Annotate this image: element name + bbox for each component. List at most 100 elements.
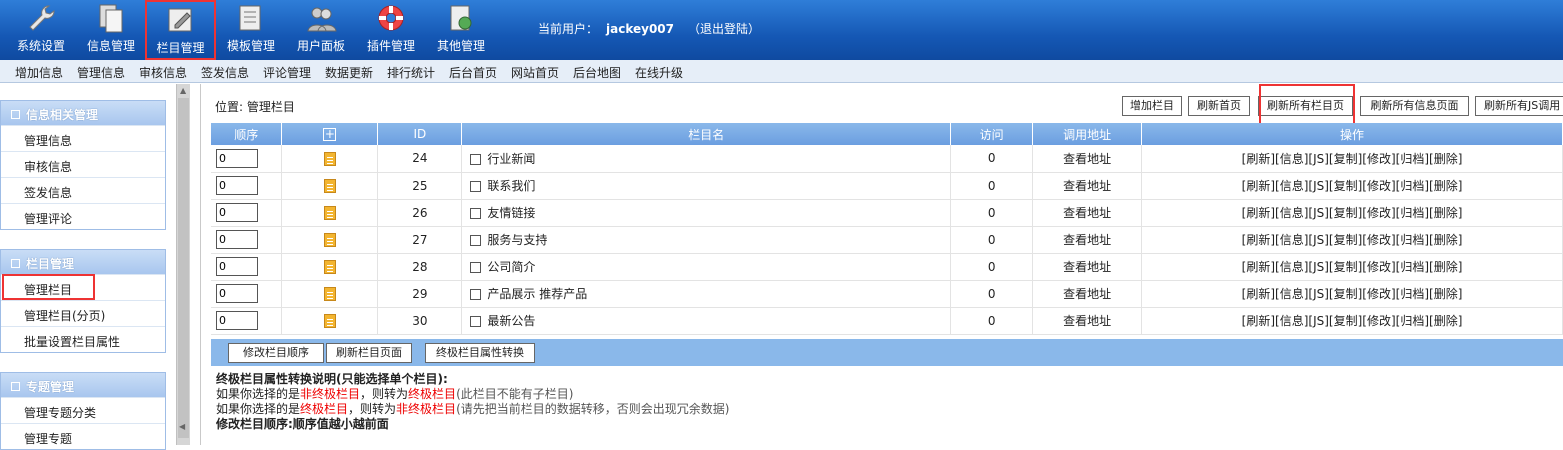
row-action-link[interactable]: [JS] xyxy=(1308,206,1329,220)
row-action-link[interactable]: [信息] xyxy=(1275,233,1308,247)
row-checkbox[interactable] xyxy=(470,208,482,219)
document-icon[interactable] xyxy=(323,151,336,166)
sidebar-item-review-info[interactable]: 审核信息 xyxy=(1,151,165,177)
nav-plugin-management[interactable]: 插件管理 xyxy=(360,0,422,60)
row-checkbox[interactable] xyxy=(470,316,482,327)
row-action-link[interactable]: [刷新] xyxy=(1242,314,1275,328)
arrow-up-icon[interactable]: ▲ xyxy=(180,86,186,95)
column-name-link[interactable]: 行业新闻 xyxy=(487,152,535,166)
order-input[interactable] xyxy=(216,230,258,249)
row-action-link[interactable]: [修改] xyxy=(1362,152,1395,166)
scrollbar-thumb[interactable] xyxy=(178,98,189,438)
row-action-link[interactable]: [复制] xyxy=(1329,179,1362,193)
row-action-link[interactable]: [刷新] xyxy=(1242,152,1275,166)
sidebar-item-manage-topics[interactable]: 管理专题 xyxy=(1,423,165,449)
order-input[interactable] xyxy=(216,176,258,195)
row-action-link[interactable]: [删除] xyxy=(1429,233,1462,247)
order-input[interactable] xyxy=(216,311,258,330)
order-input[interactable] xyxy=(216,148,258,168)
sub-nav-sign-info[interactable]: 签发信息 xyxy=(201,64,249,81)
row-action-link[interactable]: [信息] xyxy=(1275,314,1308,328)
refresh-column-pages-button[interactable]: 刷新栏目页面 xyxy=(326,343,412,363)
row-action-link[interactable]: [JS] xyxy=(1308,179,1329,193)
modify-order-button[interactable]: 修改栏目顺序 xyxy=(228,343,324,363)
nav-info-management[interactable]: 信息管理 xyxy=(80,0,142,60)
row-action-link[interactable]: [刷新] xyxy=(1242,287,1275,301)
order-input[interactable] xyxy=(216,257,258,276)
sub-nav-comments[interactable]: 评论管理 xyxy=(263,64,311,81)
row-action-link[interactable]: [信息] xyxy=(1275,179,1308,193)
sub-nav-review-info[interactable]: 审核信息 xyxy=(139,64,187,81)
address-link[interactable]: 查看地址 xyxy=(1032,145,1143,173)
row-action-link[interactable]: [归档] xyxy=(1396,314,1429,328)
row-action-link[interactable]: [删除] xyxy=(1429,287,1462,301)
row-action-link[interactable]: [刷新] xyxy=(1242,233,1275,247)
row-action-link[interactable]: [JS] xyxy=(1308,233,1329,247)
row-action-link[interactable]: [归档] xyxy=(1396,152,1429,166)
row-action-link[interactable]: [复制] xyxy=(1329,260,1362,274)
row-action-link[interactable]: [JS] xyxy=(1308,287,1329,301)
row-action-link[interactable]: [归档] xyxy=(1396,179,1429,193)
convert-terminal-column-button[interactable]: 终极栏目属性转换 xyxy=(425,343,535,363)
arrow-left-icon[interactable]: ◀ xyxy=(179,422,185,431)
row-action-link[interactable]: [信息] xyxy=(1275,152,1308,166)
sub-nav-site-home[interactable]: 网站首页 xyxy=(511,64,559,81)
sidebar-splitter[interactable]: ▲ ◀ xyxy=(176,84,190,445)
row-action-link[interactable]: [复制] xyxy=(1329,314,1362,328)
address-link[interactable]: 查看地址 xyxy=(1032,199,1143,227)
row-checkbox[interactable] xyxy=(470,153,482,165)
refresh-all-info-button[interactable]: 刷新所有信息页面 xyxy=(1360,96,1469,116)
document-icon[interactable] xyxy=(323,232,336,247)
row-action-link[interactable]: [复制] xyxy=(1329,206,1362,220)
row-action-link[interactable]: [刷新] xyxy=(1242,179,1275,193)
row-action-link[interactable]: [刷新] xyxy=(1242,260,1275,274)
sub-nav-upgrade[interactable]: 在线升级 xyxy=(635,64,683,81)
row-action-link[interactable]: [修改] xyxy=(1362,233,1395,247)
nav-user-panel[interactable]: 用户面板 xyxy=(290,0,352,60)
refresh-all-js-button[interactable]: 刷新所有JS调用 xyxy=(1475,96,1563,116)
expand-all-icon[interactable]: + xyxy=(323,128,337,141)
nav-other-management[interactable]: 其他管理 xyxy=(430,0,492,60)
row-action-link[interactable]: [信息] xyxy=(1275,287,1308,301)
row-action-link[interactable]: [信息] xyxy=(1275,206,1308,220)
column-name-link[interactable]: 最新公告 xyxy=(487,314,535,328)
sub-nav-admin-map[interactable]: 后台地图 xyxy=(573,64,621,81)
row-action-link[interactable]: [删除] xyxy=(1429,152,1462,166)
sub-nav-manage-info[interactable]: 管理信息 xyxy=(77,64,125,81)
sidebar-item-topic-categories[interactable]: 管理专题分类 xyxy=(1,397,165,423)
sidebar-panel-title[interactable]: 信息相关管理 xyxy=(1,101,165,125)
row-action-link[interactable]: [删除] xyxy=(1429,206,1462,220)
column-name-link[interactable]: 服务与支持 xyxy=(487,233,547,247)
column-name-link[interactable]: 产品展示 推荐产品 xyxy=(487,287,587,301)
column-name-link[interactable]: 友情链接 xyxy=(487,206,535,220)
row-action-link[interactable]: [修改] xyxy=(1362,179,1395,193)
row-action-link[interactable]: [刷新] xyxy=(1242,206,1275,220)
row-action-link[interactable]: [复制] xyxy=(1329,287,1362,301)
address-link[interactable]: 查看地址 xyxy=(1032,253,1143,281)
document-icon[interactable] xyxy=(323,286,336,301)
row-checkbox[interactable] xyxy=(470,235,482,246)
address-link[interactable]: 查看地址 xyxy=(1032,226,1143,254)
row-action-link[interactable]: [删除] xyxy=(1429,260,1462,274)
sub-nav-ranking[interactable]: 排行统计 xyxy=(387,64,435,81)
sidebar-item-manage-info[interactable]: 管理信息 xyxy=(1,125,165,151)
row-checkbox[interactable] xyxy=(470,289,482,300)
sidebar-item-manage-columns-paged[interactable]: 管理栏目(分页) xyxy=(1,300,165,326)
sidebar-panel-title[interactable]: 专题管理 xyxy=(1,373,165,397)
row-action-link[interactable]: [JS] xyxy=(1308,260,1329,274)
sidebar-item-sign-info[interactable]: 签发信息 xyxy=(1,177,165,203)
row-action-link[interactable]: [修改] xyxy=(1362,287,1395,301)
nav-column-management[interactable]: 栏目管理 xyxy=(145,0,216,60)
order-input[interactable] xyxy=(216,203,258,222)
row-action-link[interactable]: [修改] xyxy=(1362,260,1395,274)
row-action-link[interactable]: [修改] xyxy=(1362,206,1395,220)
sub-nav-add-info[interactable]: 增加信息 xyxy=(15,64,63,81)
row-action-link[interactable]: [JS] xyxy=(1308,314,1329,328)
column-name-link[interactable]: 联系我们 xyxy=(487,179,535,193)
nav-template-management[interactable]: 模板管理 xyxy=(220,0,282,60)
column-name-link[interactable]: 公司简介 xyxy=(487,260,535,274)
sub-nav-data-update[interactable]: 数据更新 xyxy=(325,64,373,81)
document-icon[interactable] xyxy=(323,205,336,220)
sidebar-panel-title[interactable]: 栏目管理 xyxy=(1,250,165,274)
refresh-home-button[interactable]: 刷新首页 xyxy=(1188,96,1250,116)
